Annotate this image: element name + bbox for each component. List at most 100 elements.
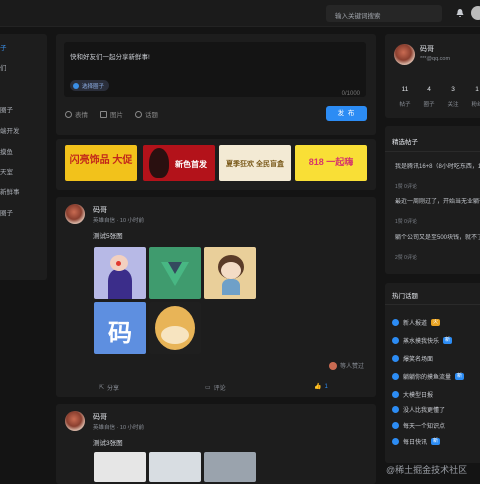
stat-value: 4: [427, 86, 431, 93]
post-image[interactable]: [149, 247, 201, 299]
topic-icon: [392, 391, 399, 398]
topic-label: 每天一个知识点: [403, 424, 446, 430]
image-button[interactable]: 图片: [100, 109, 123, 119]
like-button[interactable]: 👍 1: [314, 383, 328, 391]
stat-posts[interactable]: 11 帖子: [393, 86, 417, 108]
banner-3-text: 818 一起嗨: [308, 157, 354, 167]
post-image[interactable]: [149, 302, 201, 354]
topics-title: 热门话题: [392, 293, 418, 300]
share-button[interactable]: ⇱ 分享: [99, 383, 119, 392]
post-image[interactable]: 码: [94, 302, 146, 354]
composer-placeholder: 快和好友们一起分享新鲜事!: [70, 54, 150, 61]
liked-by-text: 等人赞过: [340, 364, 365, 370]
banner-0[interactable]: 闪亮饰品 大促: [65, 145, 137, 181]
post-image[interactable]: [149, 452, 201, 482]
topic-label: 躺躺你的摸鱼流量: [403, 375, 452, 381]
profile-email: ***@qq.com: [420, 56, 451, 62]
select-circle-button[interactable]: 选择圈子: [70, 80, 110, 91]
stat-circles[interactable]: 4 圈子: [417, 86, 441, 108]
stat-value: 3: [451, 86, 455, 93]
new-badge: 新: [443, 337, 453, 344]
post-image[interactable]: [204, 247, 256, 299]
left-sidebar: 子 们 圈子 端开发 摸鱼 天室 新鲜事 圈子: [0, 34, 47, 280]
banner-3[interactable]: 818 一起嗨: [295, 145, 367, 181]
emoji-button[interactable]: 表情: [65, 109, 88, 119]
user-avatar[interactable]: [471, 6, 480, 20]
sidebar-item-3[interactable]: 圈子: [0, 104, 13, 114]
comment-icon: ▭: [205, 385, 211, 391]
divider: [385, 304, 480, 305]
topic-label: 没人比我更懂了: [403, 408, 446, 414]
topic-button[interactable]: 话题: [135, 109, 158, 119]
topic-item[interactable]: 没人比我更懂了: [392, 405, 445, 414]
post-card: 码哥 英雄自信 · 10 小时前 测试3张图: [56, 404, 376, 484]
sidebar-item-7[interactable]: 天室: [0, 166, 13, 176]
image-label: 图片: [110, 112, 123, 119]
author-avatar[interactable]: [65, 204, 85, 224]
sidebar-item-4[interactable]: 端开发: [0, 125, 20, 135]
topic-item[interactable]: 新人报道火: [392, 318, 441, 327]
topic-icon: [392, 438, 399, 445]
profile-card: 码哥 ***@qq.com 11 帖子 4 圈子 3 关注 1 粉丝: [385, 34, 480, 118]
topic-icon: [392, 355, 399, 362]
sidebar-item-8[interactable]: 新鲜事: [0, 186, 20, 196]
featured-posts-panel: 精选帖子 我是腾讯16+8（8小时吃东西，16小时不吃东西），就是是腾讯… 1赞…: [385, 126, 480, 274]
featured-post[interactable]: 最近一周刚过了，开始当无业躺平我了!: [395, 198, 480, 207]
post-image[interactable]: [94, 247, 146, 299]
stat-label: 帖子: [399, 102, 411, 108]
author-name[interactable]: 码哥: [93, 412, 107, 422]
topic-item[interactable]: 爆笑名场面: [392, 354, 433, 363]
featured-post[interactable]: 我是腾讯16+8（8小时吃东西，16小时不吃东西），就是是腾讯…: [395, 163, 480, 172]
author-avatar[interactable]: [65, 411, 85, 431]
post-image[interactable]: [204, 452, 256, 482]
char-counter: 0/1000: [341, 91, 360, 97]
author-name[interactable]: 码哥: [93, 205, 107, 215]
liked-by: 等人赞过: [329, 361, 364, 370]
topic-item[interactable]: 每日快讯新: [392, 437, 441, 446]
stat-value: 1: [475, 86, 479, 93]
profile-name[interactable]: 码哥: [420, 44, 434, 54]
topic-item[interactable]: 大模型日报: [392, 390, 433, 399]
topic-icon: [135, 110, 142, 118]
sidebar-item-0[interactable]: 子: [0, 42, 7, 52]
featured-post[interactable]: 躺个公司又是至500块钱，就不了，换成躯子吗 没一亦新塞: [395, 234, 480, 243]
sidebar-item-1[interactable]: 们: [0, 62, 7, 72]
topic-icon: [392, 337, 399, 344]
select-circle-label: 选择圈子: [82, 83, 105, 90]
post-image-char: 码: [108, 320, 132, 347]
publish-button[interactable]: 发 布: [326, 106, 367, 121]
comment-button[interactable]: ▭ 评论: [205, 383, 226, 392]
post-meta: 英雄自信 · 10 小时前: [93, 218, 145, 224]
topic-item[interactable]: 每天一个知识点: [392, 421, 445, 430]
topic-item[interactable]: 蒸水摸我快乐新: [392, 336, 453, 345]
new-badge: 新: [431, 438, 441, 445]
topic-icon: [392, 373, 399, 380]
topic-item[interactable]: 躺躺你的摸鱼流量新: [392, 372, 465, 381]
search-input[interactable]: 输入关键词搜索: [326, 5, 442, 22]
topic-icon: [392, 422, 399, 429]
like-count: 1: [324, 383, 328, 390]
banner-strip: 闪亮饰品 大促 新色首发 夏季狂欢 全民盲盒 818 一起嗨: [56, 139, 376, 190]
stat-label: 圈子: [423, 102, 435, 108]
featured-post-meta: 1赞 0评论: [395, 219, 417, 225]
post-composer: 快和好友们一起分享新鲜事! 选择圈子 0/1000 表情 图片 话题 发 布: [56, 34, 376, 135]
banner-2[interactable]: 夏季狂欢 全民盲盒: [219, 145, 291, 181]
sidebar-item-6[interactable]: 摸鱼: [0, 146, 13, 156]
comment-label: 评论: [213, 386, 226, 392]
topic-icon: [392, 406, 399, 413]
stat-value: 11: [401, 86, 409, 93]
hot-topics-panel: 热门话题 新人报道火 蒸水摸我快乐新 爆笑名场面 躺躺你的摸鱼流量新 大模型日报…: [385, 283, 480, 463]
sidebar-item-10[interactable]: 圈子: [0, 207, 13, 217]
banner-2-text: 夏季狂欢 全民盲盒: [226, 161, 284, 168]
watermark: @稀土掘金技术社区: [386, 465, 468, 475]
thumbs-up-icon: 👍: [314, 384, 322, 390]
share-icon: ⇱: [99, 385, 105, 391]
stat-followers[interactable]: 1 粉丝: [465, 86, 480, 108]
post-image[interactable]: [94, 452, 146, 482]
profile-avatar[interactable]: [394, 44, 415, 65]
stat-following[interactable]: 3 关注: [441, 86, 465, 108]
post-textarea[interactable]: 快和好友们一起分享新鲜事! 选择圈子 0/1000: [64, 42, 366, 97]
banner-1[interactable]: 新色首发: [143, 145, 215, 181]
bell-icon[interactable]: [455, 8, 465, 18]
featured-post-meta: 1赞 0评论: [395, 184, 417, 190]
